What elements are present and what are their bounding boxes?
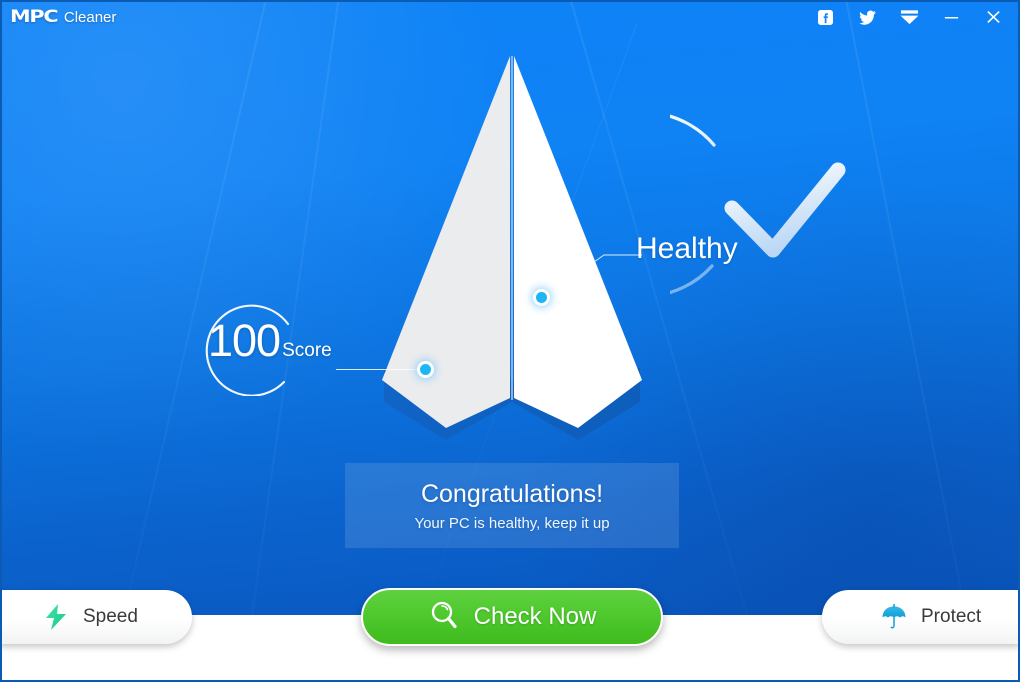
score-connector-line: [336, 369, 426, 370]
health-check-circle: [670, 98, 886, 314]
logo-word: Cleaner: [63, 9, 117, 26]
minimize-icon[interactable]: [940, 6, 962, 28]
main-stage: MPC Cleaner 100 Score Healthy Congratula…: [2, 2, 1018, 615]
magnifier-icon: [428, 599, 460, 636]
speed-button-label: Speed: [83, 606, 138, 627]
health-connector-line: [543, 254, 642, 298]
check-now-button[interactable]: Check Now: [361, 588, 663, 646]
score-anchor-dot: [420, 364, 431, 375]
check-now-button-label: Check Now: [473, 603, 597, 630]
score-label: Score: [282, 340, 332, 361]
logo-mark: MPC: [10, 7, 59, 27]
health-anchor-dot: [536, 292, 547, 303]
congratulations-subtitle: Your PC is healthy, keep it up: [414, 514, 610, 532]
window-controls: [814, 6, 1018, 28]
protect-button-label: Protect: [921, 606, 982, 627]
score-value: 100: [208, 315, 281, 366]
health-status-label: Healthy: [636, 232, 738, 265]
score-indicator: 100 Score: [202, 290, 332, 396]
facebook-icon[interactable]: [814, 6, 836, 28]
close-icon[interactable]: [982, 6, 1004, 28]
title-bar: MPC Cleaner: [2, 2, 1018, 32]
speed-button[interactable]: Speed: [2, 590, 192, 644]
app-logo: MPC Cleaner: [10, 7, 116, 27]
twitter-icon[interactable]: [856, 6, 878, 28]
protect-button[interactable]: Protect: [822, 590, 1018, 644]
congratulations-panel: Congratulations! Your PC is healthy, kee…: [345, 463, 679, 548]
score-text: 100 Score: [208, 318, 332, 363]
menu-icon[interactable]: [898, 6, 920, 28]
congratulations-title: Congratulations!: [420, 479, 604, 508]
umbrella-icon: [880, 603, 908, 631]
lightning-bolt-icon: [42, 603, 70, 631]
origami-arrow-graphic: [378, 50, 650, 440]
mpc-cleaner-window: MPC Cleaner 100 Score Healthy Congratula…: [0, 0, 1020, 682]
